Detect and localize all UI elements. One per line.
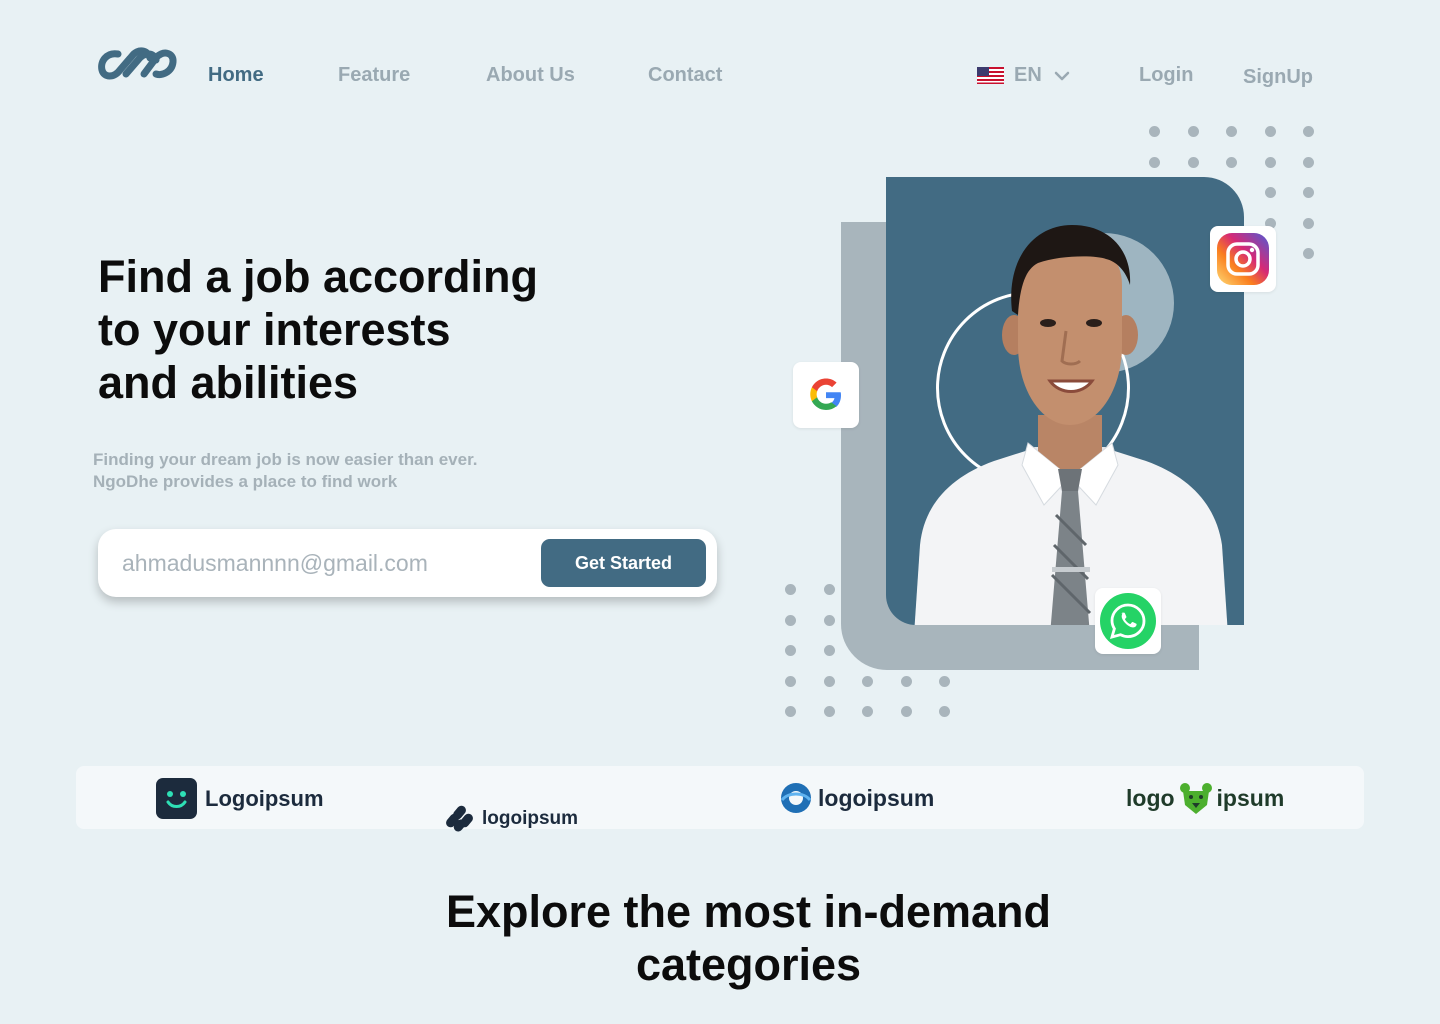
partner-name: logoipsum <box>818 784 935 811</box>
partner-name: logo <box>1126 784 1175 811</box>
hero-headline-line: Find a job according <box>98 251 539 302</box>
google-icon <box>810 378 841 410</box>
nav-link-feature[interactable]: Feature <box>338 64 410 87</box>
hero-subtext-line: Finding your dream job is now easier tha… <box>93 450 478 469</box>
robot-face-icon <box>156 778 197 819</box>
email-input[interactable] <box>122 543 522 583</box>
login-link[interactable]: Login <box>1139 64 1193 87</box>
signup-link[interactable]: SignUp <box>1243 66 1313 89</box>
partner-logo-3: logoipsum <box>780 782 934 814</box>
partner-name: Logoipsum <box>205 785 324 811</box>
section-title: Explore the most in-demand categories <box>0 885 1440 991</box>
partner-logo-4: logo ipsum <box>1126 781 1284 815</box>
hero-headline-line: to your interests <box>98 304 451 355</box>
instagram-badge <box>1210 226 1276 292</box>
nav-link-about-us[interactable]: About Us <box>486 64 575 87</box>
get-started-button[interactable]: Get Started <box>541 539 706 587</box>
google-badge <box>793 362 859 428</box>
hero-subtext-line: NgoDhe provides a place to find work <box>93 472 398 491</box>
partner-logo-2: logoipsum <box>446 805 578 832</box>
partner-logo-1: Logoipsum <box>156 778 324 819</box>
section-title-line: Explore the most in-demand <box>445 886 1052 937</box>
hero-headline-line: and abilities <box>98 357 359 408</box>
partner-name: ipsum <box>1216 784 1285 811</box>
language-selector[interactable]: EN <box>977 64 1070 87</box>
nav-link-contact[interactable]: Contact <box>648 64 722 87</box>
hero-photo-card <box>886 177 1244 625</box>
nav-link-home[interactable]: Home <box>208 64 264 87</box>
hero-headline: Find a job according to your interests a… <box>98 250 618 409</box>
email-signup-form: Get Started <box>98 529 717 597</box>
chevron-down-icon <box>1054 71 1070 80</box>
partner-name: logoipsum <box>482 807 579 829</box>
circle-swoosh-icon <box>780 783 812 813</box>
instagram-icon <box>1217 233 1269 285</box>
person-photo-illustration <box>914 225 1228 625</box>
section-title-line: categories <box>635 939 862 990</box>
whatsapp-icon <box>1100 593 1156 649</box>
language-label: EN <box>1014 64 1042 86</box>
capsules-icon <box>446 805 473 832</box>
whatsapp-badge <box>1095 588 1161 654</box>
bear-head-icon <box>1179 783 1212 814</box>
brand-logo-icon[interactable] <box>96 44 178 84</box>
hero-subtext: Finding your dream job is now easier tha… <box>93 449 553 493</box>
us-flag-icon <box>977 67 1004 84</box>
